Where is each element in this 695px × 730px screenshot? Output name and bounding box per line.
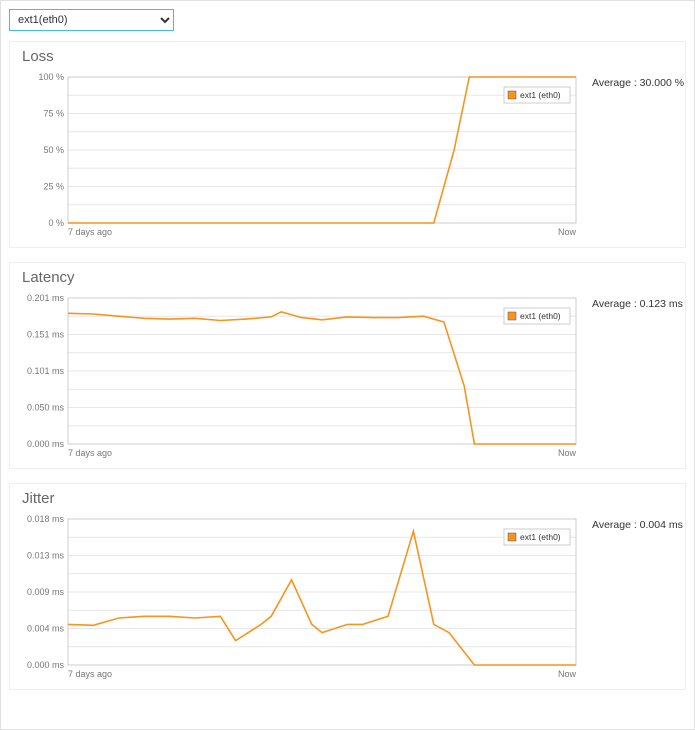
svg-text:7 days ago: 7 days ago <box>68 669 112 679</box>
svg-text:Now: Now <box>558 448 577 458</box>
latency-chart-plot: 0.000 ms 0.050 ms 0.101 ms 0.151 ms 0.201 ms… <box>22 292 582 462</box>
svg-text:0.201 ms: 0.201 ms <box>27 293 65 303</box>
svg-text:7 days ago: 7 days ago <box>68 448 112 458</box>
jitter-chart-title: Jitter <box>22 490 679 507</box>
svg-text:50 %: 50 % <box>43 145 64 155</box>
latency-chart-panel: Latency0.000 ms0.050 ms0.101 ms0.151 ms0… <box>9 262 686 469</box>
jitter-chart-panel: Jitter0.000 ms0.004 ms0.009 ms0.013 ms0.… <box>9 483 686 690</box>
jitter-average-value: 0.004 ms <box>640 519 683 531</box>
latency-average-value: 0.123 ms <box>640 298 683 310</box>
svg-text:100 %: 100 % <box>38 72 64 82</box>
svg-text:0.013 ms: 0.013 ms <box>27 551 65 561</box>
latency-average-label: Average : 0.123 ms <box>592 292 683 462</box>
loss-chart-plot: 0 % 25 % 50 % 75 % 100 % 7 days ago Now ext1 (e… <box>22 71 582 241</box>
svg-text:0.000 ms: 0.000 ms <box>27 439 65 449</box>
jitter-average-label: Average : 0.004 ms <box>592 513 683 683</box>
svg-text:Now: Now <box>558 227 577 237</box>
loss-average-value: 30.000 % <box>640 77 684 89</box>
svg-text:0.009 ms: 0.009 ms <box>27 587 65 597</box>
svg-text:Now: Now <box>558 669 577 679</box>
svg-text:25 %: 25 % <box>43 182 64 192</box>
svg-text:ext1 (eth0): ext1 (eth0) <box>520 532 561 542</box>
svg-text:ext1 (eth0): ext1 (eth0) <box>520 90 561 100</box>
svg-text:0.050 ms: 0.050 ms <box>27 403 65 413</box>
latency-chart-title: Latency <box>22 269 679 286</box>
svg-text:75 %: 75 % <box>43 109 64 119</box>
interface-select[interactable]: ext1(eth0) <box>9 9 174 31</box>
svg-text:0.101 ms: 0.101 ms <box>27 366 65 376</box>
svg-text:0.000 ms: 0.000 ms <box>27 660 65 670</box>
svg-text:0.018 ms: 0.018 ms <box>27 514 65 524</box>
loss-chart-panel: Loss 0 % 25 % 50 % 75 % 100 % 7 days ago Now ext… <box>9 41 686 248</box>
svg-text:0 %: 0 % <box>48 218 64 228</box>
loss-chart-title: Loss <box>22 48 679 65</box>
svg-text:ext1 (eth0): ext1 (eth0) <box>520 311 561 321</box>
svg-text:0.004 ms: 0.004 ms <box>27 624 65 634</box>
svg-text:0.151 ms: 0.151 ms <box>27 330 65 340</box>
jitter-chart-plot: 0.000 ms 0.004 ms 0.009 ms 0.013 ms 0.018 ms… <box>22 513 582 683</box>
loss-average-label: Average : 30.000 % <box>592 71 684 241</box>
svg-text:7 days ago: 7 days ago <box>68 227 112 237</box>
